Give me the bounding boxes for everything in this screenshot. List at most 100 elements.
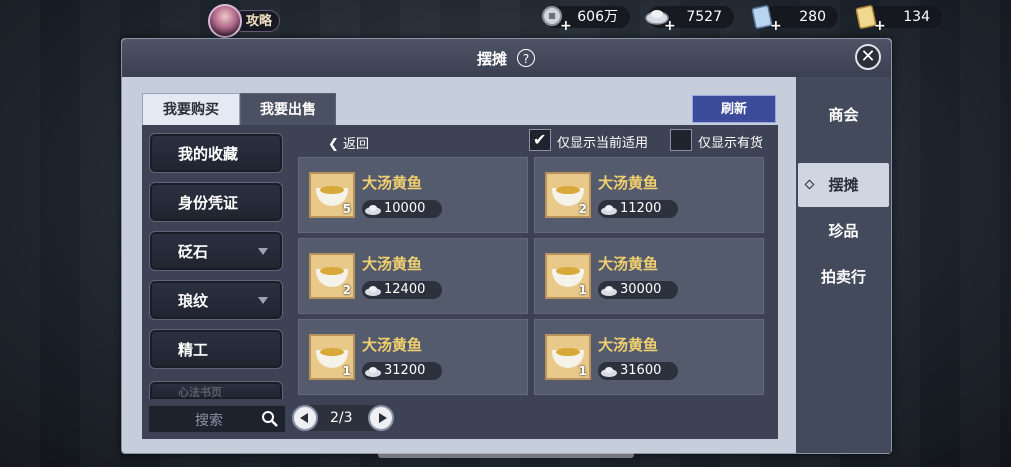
item-price: 12400 (384, 282, 426, 297)
fish-soup-icon: 2 (309, 253, 355, 299)
checkbox-only-in-stock[interactable] (670, 129, 692, 151)
search-input[interactable]: 搜索 (148, 405, 286, 433)
tab-buy[interactable]: 我要购买 (142, 93, 240, 127)
add-gold-ticket-icon[interactable]: + (874, 15, 886, 37)
item-quantity: 2 (578, 202, 587, 216)
silver-ingot-icon (601, 367, 617, 377)
silver-ingot-icon (365, 286, 381, 296)
item-price: 31600 (620, 363, 662, 378)
right-nav: 商会 摆摊 珍品 拍卖行 (796, 77, 891, 453)
currency-gold-ticket: + 134 (855, 5, 942, 34)
back-link[interactable]: ❮ 返回 (328, 133, 369, 152)
category-scrolled-partial[interactable]: 心法书页 (149, 381, 283, 399)
item-name: 大汤黄鱼 (362, 174, 423, 192)
arrow-left-icon (300, 413, 308, 423)
chevron-down-icon (258, 297, 268, 304)
close-button[interactable]: ✕ (855, 44, 881, 70)
category-favorites[interactable]: 我的收藏 (149, 133, 283, 173)
market-content: 我的收藏 身份凭证 砭石 琅纹 精工 心法书页 ❮ 返回 ✔ 仅显示当前适用 仅… (142, 125, 778, 439)
add-silver-ingot-icon[interactable]: + (664, 15, 676, 37)
stall-panel: 摆摊 ? ✕ 商会 摆摊 珍品 拍卖行 我要购买 我要出售 刷新 我的收藏 身份… (121, 38, 892, 454)
category-bian-stone[interactable]: 砭石 (149, 231, 283, 271)
checkbox-only-applicable[interactable]: ✔ (529, 129, 551, 151)
category-craftsmanship[interactable]: 精工 (149, 329, 283, 369)
panel-header: 摆摊 ? ✕ (122, 39, 891, 77)
page-indicator: 2/3 (330, 410, 353, 426)
active-diamond-icon (804, 179, 815, 190)
currency-silver-ingot: + 7527 (645, 6, 734, 34)
chevron-left-icon: ❮ (328, 137, 339, 152)
panel-title: 摆摊 (477, 50, 508, 68)
prev-page-button[interactable] (292, 405, 318, 431)
filter-label: 仅显示有货 (698, 136, 764, 151)
price-tag: 31600 (598, 362, 678, 380)
help-icon[interactable]: ? (517, 49, 535, 67)
price-tag: 31200 (362, 362, 442, 380)
arrow-right-icon (379, 413, 387, 423)
listing-card[interactable]: 1 大汤黄鱼 30000 (534, 238, 764, 314)
nav-item-chamber[interactable]: 商会 (796, 93, 891, 137)
silver-ingot-icon (601, 205, 617, 215)
price-tag: 11200 (598, 200, 678, 218)
category-label: 身份凭证 (178, 194, 239, 212)
item-name: 大汤黄鱼 (598, 336, 659, 354)
listing-card[interactable]: 2 大汤黄鱼 11200 (534, 157, 764, 233)
item-name: 大汤黄鱼 (598, 255, 659, 273)
silver-ingot-icon (365, 367, 381, 377)
listing-card[interactable]: 1 大汤黄鱼 31200 (298, 319, 528, 395)
item-quantity: 1 (578, 283, 587, 297)
item-quantity: 1 (578, 364, 587, 378)
player-avatar[interactable] (208, 4, 242, 38)
checkmark-icon: ✔ (533, 130, 547, 149)
item-price: 31200 (384, 363, 426, 378)
add-ticket-icon[interactable]: + (770, 15, 782, 37)
home-indicator[interactable] (378, 452, 634, 458)
fish-soup-icon: 2 (545, 172, 591, 218)
item-quantity: 2 (342, 283, 351, 297)
ticket-value: 280 (799, 9, 826, 25)
nav-item-label: 拍卖行 (820, 268, 866, 286)
nav-item-stall[interactable]: 摆摊 (798, 163, 889, 207)
item-price: 11200 (620, 201, 662, 216)
search-placeholder: 搜索 (195, 413, 223, 429)
price-tag: 10000 (362, 200, 442, 218)
item-price: 10000 (384, 201, 426, 216)
filter-label: 仅显示当前适用 (557, 136, 649, 151)
listing-card[interactable]: 1 大汤黄鱼 31600 (534, 319, 764, 395)
category-lang-pattern[interactable]: 琅纹 (149, 280, 283, 320)
category-label: 砭石 (178, 243, 209, 261)
silver-coin-value: 606万 (577, 9, 618, 25)
currency-silver-coin: + 606万 (542, 6, 630, 34)
category-label: 我的收藏 (178, 145, 239, 163)
next-page-button[interactable] (368, 405, 394, 431)
item-quantity: 5 (342, 202, 351, 216)
listing-card[interactable]: 5 大汤黄鱼 10000 (298, 157, 528, 233)
chevron-down-icon (258, 248, 268, 255)
item-quantity: 1 (342, 364, 351, 378)
category-label: 琅纹 (178, 292, 209, 310)
gold-ticket-value: 134 (903, 9, 930, 25)
price-tag: 30000 (598, 281, 678, 299)
refresh-button[interactable]: 刷新 (692, 95, 776, 123)
category-label: 心法书页 (178, 386, 222, 399)
tab-sell[interactable]: 我要出售 (240, 93, 336, 127)
search-icon[interactable] (261, 410, 279, 428)
nav-item-label: 摆摊 (828, 176, 859, 194)
silver-ingot-value: 7527 (686, 9, 722, 25)
nav-item-treasure[interactable]: 珍品 (796, 209, 891, 253)
currency-ticket: + 280 (751, 5, 838, 34)
silver-ingot-icon (601, 286, 617, 296)
item-name: 大汤黄鱼 (362, 255, 423, 273)
category-label: 精工 (178, 341, 209, 359)
price-tag: 12400 (362, 281, 442, 299)
item-name: 大汤黄鱼 (598, 174, 659, 192)
category-identity-token[interactable]: 身份凭证 (149, 182, 283, 222)
fish-soup-icon: 1 (545, 334, 591, 380)
silver-ingot-icon (365, 205, 381, 215)
fish-soup-icon: 1 (309, 334, 355, 380)
nav-item-auction[interactable]: 拍卖行 (796, 255, 891, 299)
item-name: 大汤黄鱼 (362, 336, 423, 354)
add-silver-coin-icon[interactable]: + (560, 15, 572, 37)
listing-card[interactable]: 2 大汤黄鱼 12400 (298, 238, 528, 314)
item-price: 30000 (620, 282, 662, 297)
